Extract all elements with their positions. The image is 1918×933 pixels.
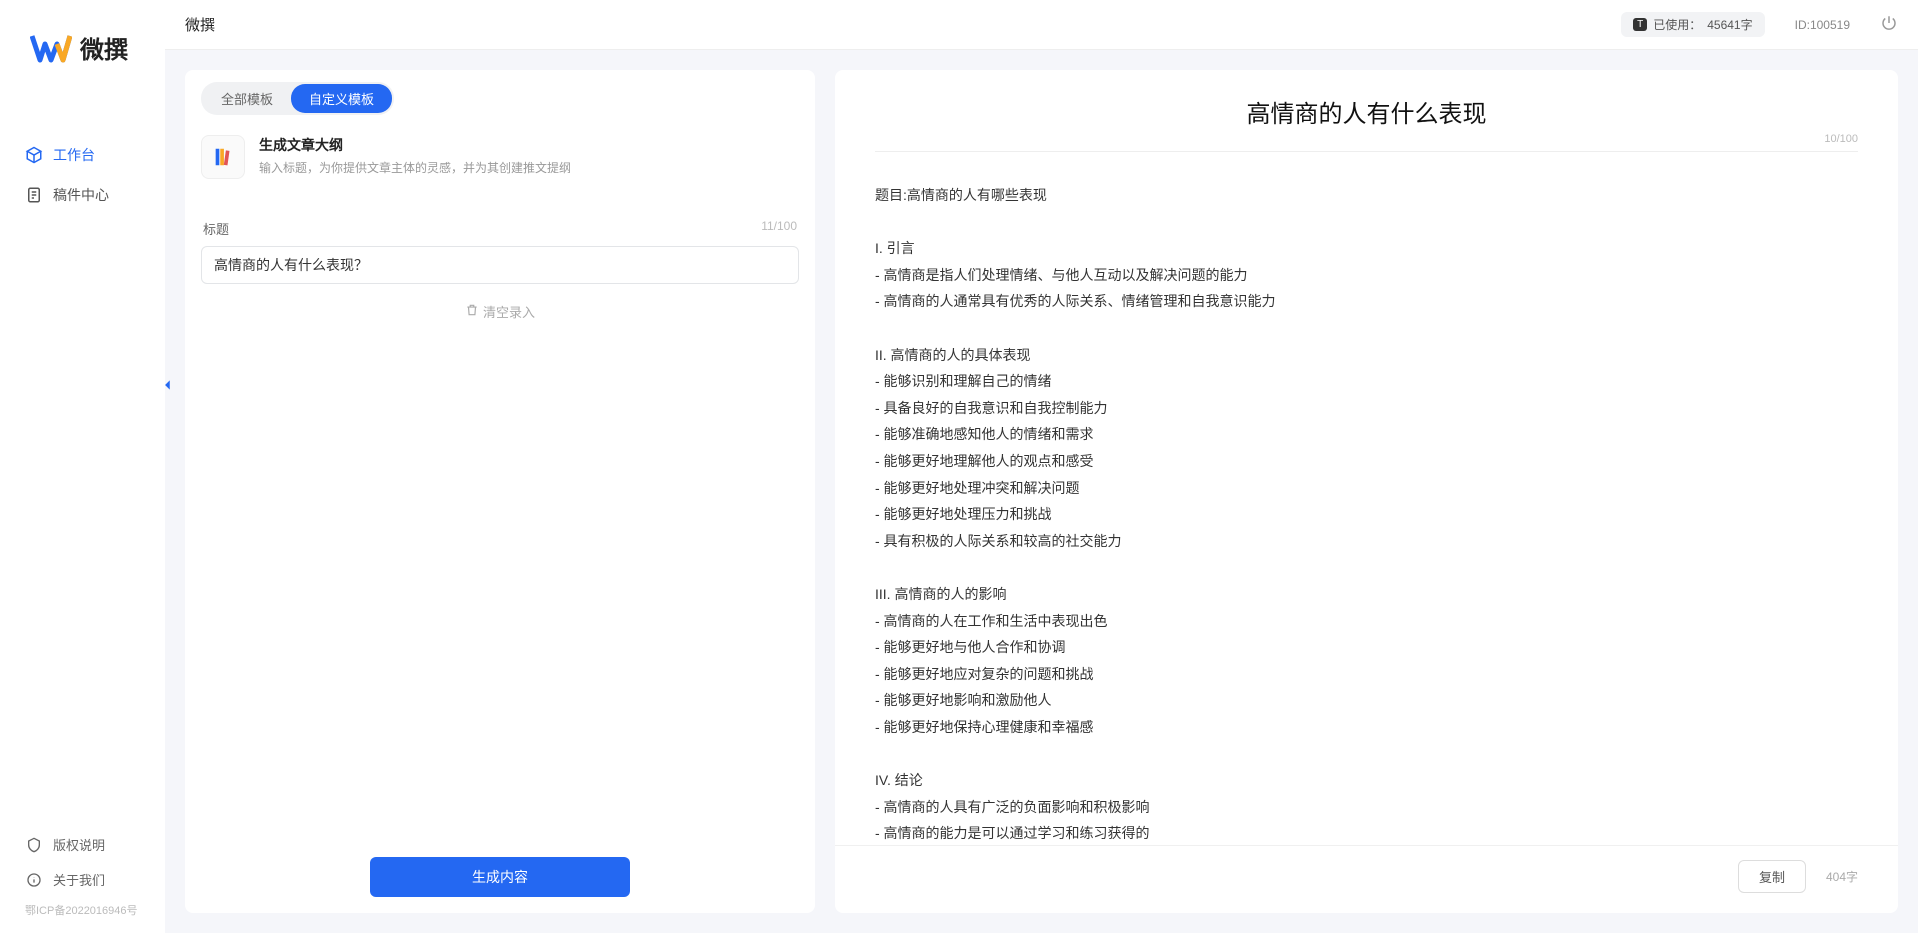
usage-value: 45641字: [1707, 16, 1752, 33]
icp-text: 鄂ICP备2022016946号: [0, 897, 165, 923]
sidebar-item-label: 稿件中心: [53, 185, 109, 205]
topbar: 微撰 T 已使用： 45641字 ID:100519: [165, 0, 1918, 50]
collapse-sidebar-button[interactable]: [161, 375, 175, 395]
title-label: 标题: [203, 219, 229, 238]
usage-badge-icon: T: [1633, 18, 1647, 31]
output-body: 题目:高情商的人有哪些表现 I. 引言 - 高情商是指人们处理情绪、与他人互动以…: [835, 162, 1898, 845]
nav: 工作台 稿件中心: [0, 95, 165, 827]
template-desc: 输入标题，为你提供文章主体的灵感，并为其创建推文提纲: [259, 159, 571, 176]
logo: 微撰: [0, 30, 165, 95]
sidebar-item-label: 工作台: [53, 145, 95, 165]
tab-all-templates[interactable]: 全部模板: [203, 84, 291, 113]
document-icon: [25, 186, 43, 204]
output-title: 高情商的人有什么表现: [875, 94, 1858, 129]
page-title: 微撰: [185, 14, 215, 35]
sidebar-item-label: 版权说明: [53, 835, 105, 854]
title-counter: 11/100: [761, 219, 797, 238]
sidebar: 微撰 工作台 稿件中心 版权说明: [0, 0, 165, 933]
cube-icon: [25, 146, 43, 164]
user-id: ID:100519: [1795, 18, 1850, 32]
sidebar-item-about[interactable]: 关于我们: [0, 862, 165, 897]
title-input[interactable]: [201, 246, 799, 284]
input-panel: 全部模板 自定义模板 生成文章大纲 输入标题，为你提供文章主体的灵感，并为其创建…: [185, 70, 815, 913]
sidebar-item-label: 关于我们: [53, 870, 105, 889]
clear-button[interactable]: 清空录入: [201, 302, 799, 321]
usage-prefix: 已使用：: [1653, 16, 1701, 33]
sidebar-bottom: 版权说明 关于我们 鄂ICP备2022016946号: [0, 827, 165, 933]
shield-icon: [25, 836, 43, 854]
tab-custom-templates[interactable]: 自定义模板: [291, 84, 392, 113]
main: 微撰 T 已使用： 45641字 ID:100519 全部模板: [165, 0, 1918, 933]
template-tabs: 全部模板 自定义模板: [185, 70, 815, 115]
sidebar-item-workspace[interactable]: 工作台: [0, 135, 165, 175]
trash-icon: [465, 303, 479, 320]
template-books-icon: [201, 135, 245, 179]
sidebar-item-drafts[interactable]: 稿件中心: [0, 175, 165, 215]
clear-label: 清空录入: [483, 302, 535, 321]
sidebar-item-copyright[interactable]: 版权说明: [0, 827, 165, 862]
power-icon[interactable]: [1880, 14, 1898, 35]
output-title-counter: 10/100: [1824, 133, 1858, 145]
generate-button[interactable]: 生成内容: [370, 857, 630, 897]
output-panel: 高情商的人有什么表现 10/100 题目:高情商的人有哪些表现 I. 引言 - …: [835, 70, 1898, 913]
word-count: 404字: [1826, 868, 1858, 885]
info-icon: [25, 871, 43, 889]
logo-mark-icon: [30, 32, 72, 64]
template-card: 生成文章大纲 输入标题，为你提供文章主体的灵感，并为其创建推文提纲: [185, 115, 815, 189]
usage-pill[interactable]: T 已使用： 45641字: [1621, 12, 1765, 37]
copy-button[interactable]: 复制: [1738, 860, 1806, 893]
template-title: 生成文章大纲: [259, 135, 571, 155]
logo-text: 微撰: [80, 30, 128, 65]
